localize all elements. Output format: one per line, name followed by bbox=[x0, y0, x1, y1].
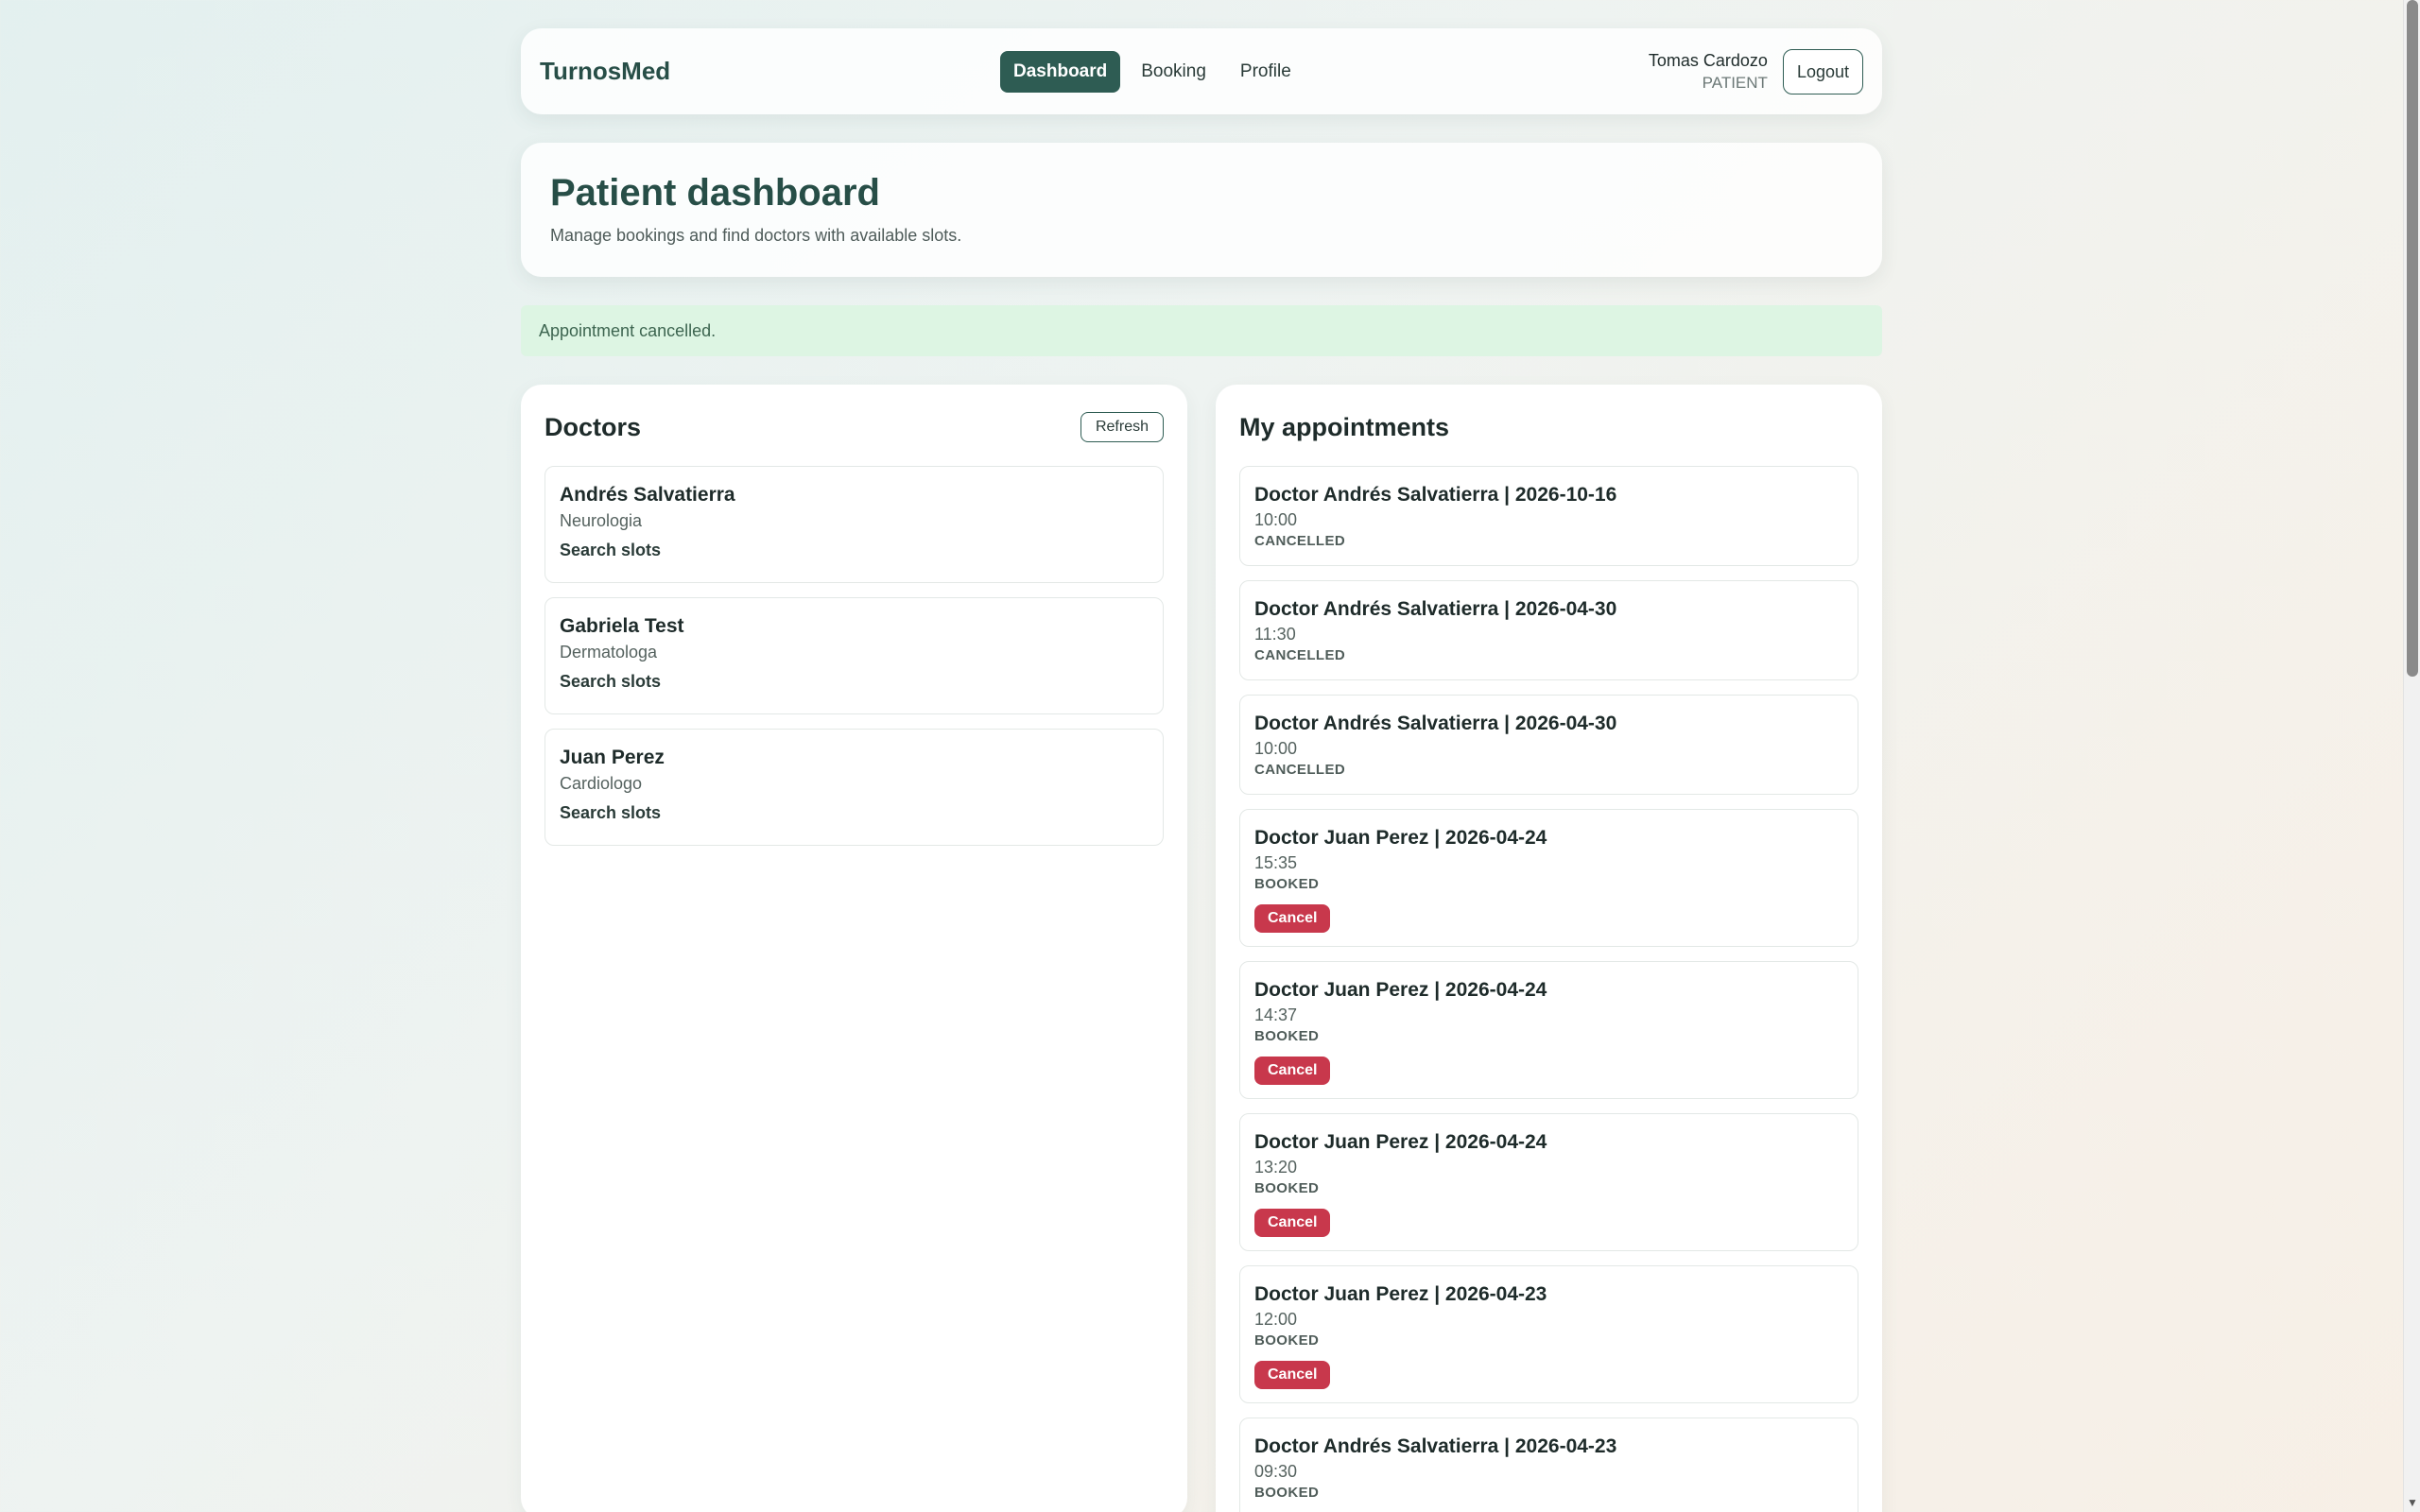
appointment-time: 10:00 bbox=[1254, 739, 1298, 758]
appointment-status: BOOKED bbox=[1254, 1485, 1320, 1501]
appointment-title: Doctor Andrés Salvatierra | 2026-04-30 bbox=[1254, 713, 1617, 734]
doctor-card: Juan Perez Cardiologo Search slots bbox=[544, 729, 1164, 846]
appointment-time: 14:37 bbox=[1254, 1005, 1298, 1024]
appointment-status: BOOKED bbox=[1254, 1028, 1320, 1044]
main-nav: Dashboard Booking Profile bbox=[1000, 51, 1305, 93]
doctors-list: Andrés Salvatierra Neurologia Search slo… bbox=[544, 466, 1164, 846]
appointment-status: BOOKED bbox=[1254, 876, 1320, 892]
appointment-card: Doctor Juan Perez | 2026-04-23 12:00 BOO… bbox=[1239, 1265, 1858, 1403]
cancel-appointment-button[interactable]: Cancel bbox=[1254, 1361, 1331, 1389]
appointment-time: 11:30 bbox=[1254, 625, 1296, 644]
appointments-list: Doctor Andrés Salvatierra | 2026-10-16 1… bbox=[1239, 466, 1858, 1512]
doctor-card: Andrés Salvatierra Neurologia Search slo… bbox=[544, 466, 1164, 583]
nav-booking[interactable]: Booking bbox=[1128, 51, 1219, 93]
doctor-specialty: Neurologia bbox=[560, 511, 643, 530]
search-slots-button[interactable]: Search slots bbox=[560, 801, 661, 824]
page-scrollbar[interactable]: ▼ bbox=[2403, 0, 2420, 1512]
appointment-title: Doctor Andrés Salvatierra | 2026-04-30 bbox=[1254, 598, 1617, 620]
doctors-panel: Doctors Refresh Andrés Salvatierra Neuro… bbox=[521, 385, 1187, 1512]
doctor-specialty: Dermatologa bbox=[560, 643, 658, 662]
appointments-panel: My appointments Doctor Andrés Salvatierr… bbox=[1216, 385, 1882, 1512]
appointment-title: Doctor Juan Perez | 2026-04-24 bbox=[1254, 1131, 1547, 1153]
appointment-card: Doctor Juan Perez | 2026-04-24 15:35 BOO… bbox=[1239, 809, 1858, 947]
appointment-card: Doctor Andrés Salvatierra | 2026-04-23 0… bbox=[1239, 1418, 1858, 1512]
appointment-status: BOOKED bbox=[1254, 1180, 1320, 1196]
appointment-time: 09:30 bbox=[1254, 1462, 1298, 1481]
appointment-status: CANCELLED bbox=[1254, 533, 1346, 549]
appointment-status: CANCELLED bbox=[1254, 647, 1346, 663]
user-area: Tomas Cardozo PATIENT Logout bbox=[1649, 49, 1863, 94]
user-info: Tomas Cardozo PATIENT bbox=[1649, 49, 1768, 94]
appointment-time: 13:20 bbox=[1254, 1158, 1298, 1177]
success-alert: Appointment cancelled. bbox=[521, 305, 1882, 356]
appointment-card: Doctor Andrés Salvatierra | 2026-04-30 1… bbox=[1239, 695, 1858, 795]
appointments-title: My appointments bbox=[1239, 412, 1450, 441]
appointment-card: Doctor Juan Perez | 2026-04-24 14:37 BOO… bbox=[1239, 961, 1858, 1099]
search-slots-button[interactable]: Search slots bbox=[560, 539, 661, 561]
user-role: PATIENT bbox=[1702, 74, 1768, 92]
refresh-button[interactable]: Refresh bbox=[1080, 412, 1164, 442]
logout-button[interactable]: Logout bbox=[1782, 49, 1863, 94]
appointment-time: 15:35 bbox=[1254, 853, 1298, 872]
brand-logo[interactable]: TurnosMed bbox=[540, 57, 670, 86]
scroll-down-arrow-icon[interactable]: ▼ bbox=[2407, 1497, 2418, 1508]
page-header: Patient dashboard Manage bookings and fi… bbox=[521, 143, 1882, 277]
appointment-time: 10:00 bbox=[1254, 510, 1298, 529]
search-slots-button[interactable]: Search slots bbox=[560, 670, 661, 693]
cancel-appointment-button[interactable]: Cancel bbox=[1254, 1209, 1331, 1237]
cancel-appointment-button[interactable]: Cancel bbox=[1254, 1057, 1331, 1085]
alert-message: Appointment cancelled. bbox=[539, 320, 717, 340]
appointment-title: Doctor Juan Perez | 2026-04-23 bbox=[1254, 1283, 1547, 1305]
page-title: Patient dashboard bbox=[550, 172, 880, 214]
scrollbar-thumb[interactable] bbox=[2407, 0, 2418, 677]
doctor-specialty: Cardiologo bbox=[560, 774, 643, 793]
app-container: TurnosMed Dashboard Booking Profile Toma… bbox=[521, 28, 1882, 1512]
appointment-title: Doctor Juan Perez | 2026-04-24 bbox=[1254, 827, 1547, 849]
appointment-card: Doctor Andrés Salvatierra | 2026-10-16 1… bbox=[1239, 466, 1858, 566]
page-subtitle: Manage bookings and find doctors with av… bbox=[550, 226, 962, 245]
appointments-panel-header: My appointments bbox=[1239, 409, 1858, 445]
doctor-name: Gabriela Test bbox=[560, 615, 684, 637]
appointment-title: Doctor Andrés Salvatierra | 2026-10-16 bbox=[1254, 484, 1617, 506]
appointment-card: Doctor Juan Perez | 2026-04-24 13:20 BOO… bbox=[1239, 1113, 1858, 1251]
nav-profile[interactable]: Profile bbox=[1227, 51, 1305, 93]
user-name: Tomas Cardozo bbox=[1648, 51, 1768, 70]
doctors-title: Doctors bbox=[544, 412, 642, 441]
doctor-name: Andrés Salvatierra bbox=[560, 484, 735, 506]
nav-dashboard[interactable]: Dashboard bbox=[1000, 51, 1121, 93]
appointment-title: Doctor Juan Perez | 2026-04-24 bbox=[1254, 979, 1547, 1001]
appointment-status: BOOKED bbox=[1254, 1332, 1320, 1349]
doctor-card: Gabriela Test Dermatologa Search slots bbox=[544, 597, 1164, 714]
appointment-status: CANCELLED bbox=[1254, 762, 1346, 778]
appointment-time: 12:00 bbox=[1254, 1310, 1298, 1329]
appointment-card: Doctor Andrés Salvatierra | 2026-04-30 1… bbox=[1239, 580, 1858, 680]
appointment-title: Doctor Andrés Salvatierra | 2026-04-23 bbox=[1254, 1435, 1617, 1457]
doctor-name: Juan Perez bbox=[560, 747, 665, 768]
doctors-panel-header: Doctors Refresh bbox=[544, 409, 1164, 445]
top-navbar: TurnosMed Dashboard Booking Profile Toma… bbox=[521, 28, 1882, 114]
dashboard-columns: Doctors Refresh Andrés Salvatierra Neuro… bbox=[521, 385, 1882, 1512]
cancel-appointment-button[interactable]: Cancel bbox=[1254, 904, 1331, 933]
